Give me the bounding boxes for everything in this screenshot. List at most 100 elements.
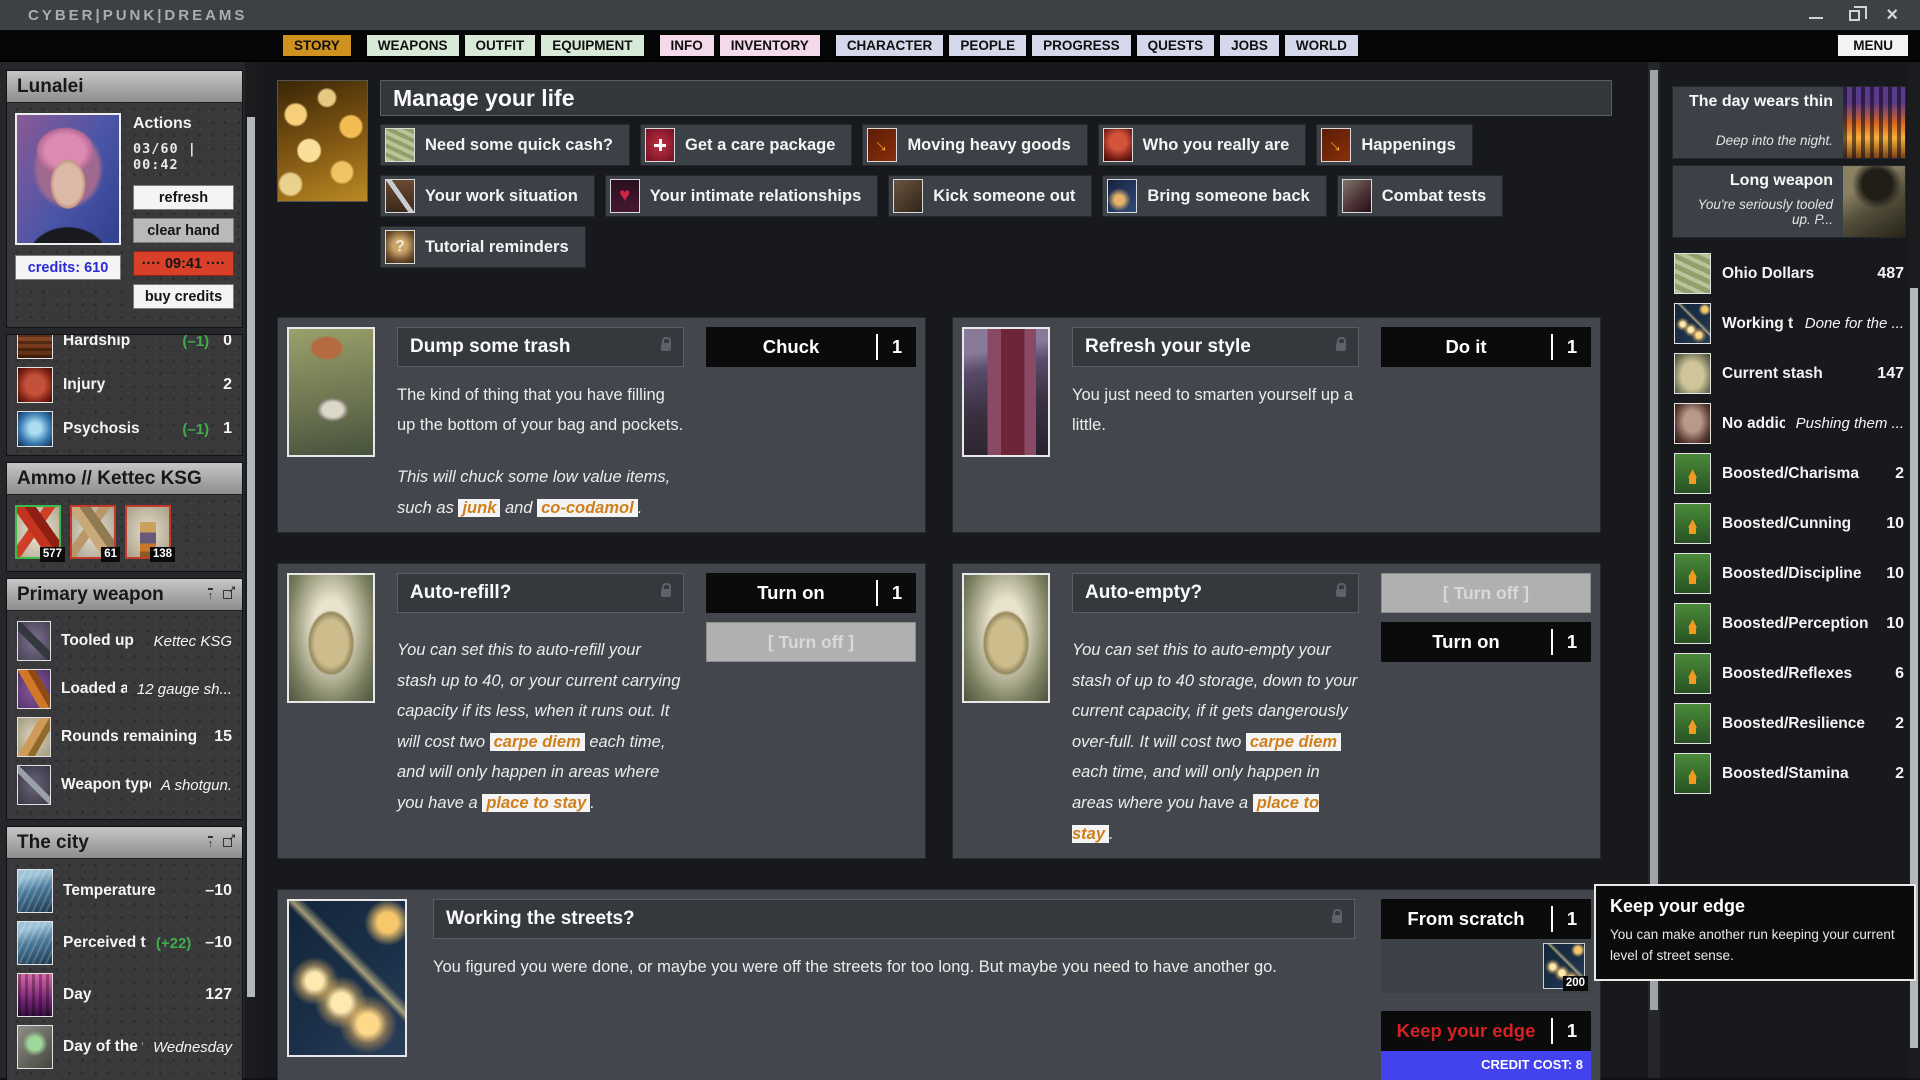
heart-icon — [610, 179, 640, 213]
quick-action-combat-tests[interactable]: Combat tests — [1337, 175, 1504, 217]
city-row-temperature: Temperature –10 — [15, 865, 234, 917]
card-note: You can set this to auto-refill your sta… — [397, 635, 684, 818]
right-stat-boosted-charisma: Boosted/Charisma 2 — [1672, 450, 1906, 497]
buy-credits-button[interactable]: buy credits — [133, 284, 234, 309]
hooded-figure-icon — [1843, 166, 1905, 237]
tab-group-divider — [356, 34, 362, 57]
boost-arrow-icon — [1674, 753, 1711, 794]
quick-action-kick-out[interactable]: Kick someone out — [888, 175, 1092, 217]
weapon-row-tooled-up: Tooled up Kettec KSG — [15, 617, 234, 665]
left-scrollbar[interactable] — [245, 62, 257, 1078]
tab-quests[interactable]: QUESTS — [1136, 34, 1216, 57]
close-icon[interactable]: × — [1886, 5, 1898, 25]
character-name: Lunalei — [17, 76, 84, 98]
primary-weapon-panel: Primary weapon ↑ Tooled up Kettec KSG Lo… — [6, 578, 243, 820]
keep-your-edge-tooltip: Keep your edge You can make another run … — [1594, 884, 1916, 981]
refresh-button[interactable]: refresh — [133, 185, 234, 210]
city-panel-header: The city ↑ — [7, 827, 242, 859]
tab-bar: STORY WEAPONS OUTFIT EQUIPMENT INFO INVE… — [0, 30, 1920, 62]
boost-arrow-icon — [1674, 603, 1711, 644]
bring-back-icon — [1107, 179, 1137, 213]
clear-hand-button[interactable]: clear hand — [133, 218, 234, 243]
card-dump-some-trash: Dump some trash The kind of thing that y… — [277, 317, 926, 533]
collapse-icon[interactable]: ↑ — [208, 588, 214, 602]
app-title: CYBER|PUNK|DREAMS — [0, 7, 247, 24]
tab-world[interactable]: WORLD — [1284, 34, 1359, 57]
tab-people[interactable]: PEOPLE — [948, 34, 1027, 57]
quick-action-tutorial-reminders[interactable]: Tutorial reminders — [380, 226, 586, 268]
keep-your-edge-button[interactable]: Keep your edge 1 — [1381, 1011, 1591, 1051]
quick-action-work-situation[interactable]: Your work situation — [380, 175, 595, 217]
quick-action-care-package[interactable]: Get a care package — [640, 124, 852, 166]
left-scrollbar-thumb[interactable] — [247, 117, 255, 997]
psychosis-icon — [17, 411, 53, 447]
quick-action-who-you-are[interactable]: Who you really are — [1098, 124, 1307, 166]
suit-card-image — [962, 327, 1050, 457]
combat-icon — [1342, 179, 1372, 213]
card-body: The kind of thing that you have filling … — [397, 381, 684, 440]
right-stat-boosted-reflexes: Boosted/Reflexes 6 — [1672, 650, 1906, 697]
turn-on-button[interactable]: Turn on 1 — [1381, 622, 1591, 662]
turn-on-button[interactable]: Turn on 1 — [706, 573, 916, 613]
paper-bag-card-image — [962, 573, 1050, 703]
popout-icon[interactable] — [223, 590, 232, 599]
hand-icon — [1674, 403, 1711, 444]
minimize-icon[interactable] — [1809, 11, 1823, 19]
quick-action-happenings[interactable]: Happenings — [1316, 124, 1472, 166]
ammo-item-shells-tan[interactable]: 61 — [70, 505, 116, 559]
tab-story[interactable]: STORY — [282, 34, 352, 57]
from-scratch-button[interactable]: From scratch 1 — [1381, 899, 1591, 939]
card-body: You figured you were done, or maybe you … — [433, 953, 1355, 983]
weapon-type-icon — [17, 765, 51, 805]
lock-icon — [1336, 589, 1346, 597]
card-title-bar: Dump some trash — [397, 327, 684, 367]
tab-equipment[interactable]: EQUIPMENT — [540, 34, 644, 57]
turn-off-button-disabled[interactable]: [ Turn off ] — [1381, 573, 1591, 613]
quick-action-relationships[interactable]: Your intimate relationships — [605, 175, 878, 217]
avatar[interactable] — [15, 113, 121, 245]
tab-outfit[interactable]: OUTFIT — [464, 34, 537, 57]
popout-icon[interactable] — [223, 838, 232, 847]
credit-cost-label: CREDIT COST: 8 — [1389, 1057, 1583, 1072]
tab-progress[interactable]: PROGRESS — [1031, 34, 1132, 57]
ammo-item-shells-red[interactable]: 577 — [15, 505, 61, 559]
street-lights-card-image — [287, 899, 407, 1057]
restore-icon[interactable] — [1849, 10, 1860, 21]
character-panel-header: Lunalei — [7, 71, 242, 103]
collapse-icon[interactable]: ↑ — [208, 836, 214, 850]
lock-icon — [661, 343, 671, 351]
moving-goods-icon — [867, 128, 897, 162]
lock-icon — [1336, 343, 1346, 351]
page-title: Manage your life — [393, 85, 574, 112]
lock-icon — [1332, 915, 1342, 923]
card-body: You just need to smarten yourself up a l… — [1072, 381, 1359, 440]
notice-card-long-weapon[interactable]: Long weapon You're seriously tooled up. … — [1672, 165, 1906, 238]
money-icon — [1674, 253, 1711, 294]
tab-character[interactable]: CHARACTER — [835, 34, 945, 57]
boost-arrow-icon — [1674, 703, 1711, 744]
right-stat-boosted-perception: Boosted/Perception 10 — [1672, 600, 1906, 647]
boost-arrow-icon — [1674, 503, 1711, 544]
quick-action-bring-back[interactable]: Bring someone back — [1102, 175, 1326, 217]
right-stat-ohio-dollars: Ohio Dollars 487 — [1672, 250, 1906, 297]
tab-info[interactable]: INFO — [659, 34, 715, 57]
lock-icon — [661, 589, 671, 597]
city-row-day: Day 127 — [15, 969, 234, 1021]
tab-weapons[interactable]: WEAPONS — [366, 34, 460, 57]
quick-action-heavy-goods[interactable]: Moving heavy goods — [862, 124, 1087, 166]
do-it-button[interactable]: Do it 1 — [1381, 327, 1591, 367]
weapon-row-rounds: Rounds remaining 15 — [15, 713, 234, 761]
credits-button[interactable]: credits: 610 — [15, 255, 121, 280]
tab-jobs[interactable]: JOBS — [1219, 34, 1280, 57]
chuck-button[interactable]: Chuck 1 — [706, 327, 916, 367]
menu-button[interactable]: MENU — [1838, 35, 1908, 56]
city-panel: The city ↑ Temperature –10 Perceived tem… — [6, 826, 243, 1080]
notice-card-day-wears-thin[interactable]: The day wears thin Deep into the night. — [1672, 86, 1906, 159]
card-note: This will chuck some low value items, su… — [397, 462, 684, 523]
main-scrollbar-thumb[interactable] — [1650, 70, 1658, 1010]
tab-group-divider — [649, 34, 655, 57]
quick-action-quick-cash[interactable]: Need some quick cash? — [380, 124, 630, 166]
turn-off-button-disabled[interactable]: [ Turn off ] — [706, 622, 916, 662]
tab-inventory[interactable]: INVENTORY — [719, 34, 821, 57]
ammo-item-slug[interactable]: 138 — [125, 505, 171, 559]
